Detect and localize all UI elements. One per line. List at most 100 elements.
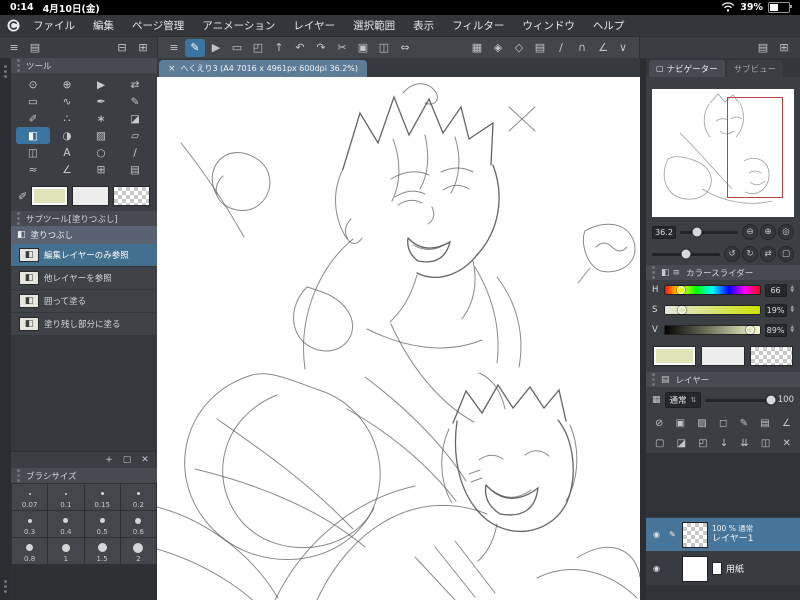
ruler-icon[interactable]: ∠ xyxy=(782,418,791,429)
reset-view-button[interactable]: ▢ xyxy=(778,246,794,262)
brush-size-cell[interactable]: 0.8 xyxy=(12,538,48,564)
lock-transparent-pixels-icon[interactable]: ▨ xyxy=(697,418,706,429)
add-subtool-icon[interactable]: + xyxy=(101,453,117,467)
hue-slider[interactable] xyxy=(664,285,761,295)
panel-grip[interactable] xyxy=(652,378,655,381)
panel-grip[interactable] xyxy=(652,271,655,274)
subtool-item[interactable]: ◧ 囲って塗る xyxy=(11,290,157,313)
draft-layer-icon[interactable]: ✎ xyxy=(740,418,748,429)
brush-size-cell[interactable]: 0.6 xyxy=(120,511,156,537)
layer-row-layer1[interactable]: ◉ ✎ 100 % 通常 レイヤー1 xyxy=(646,517,800,551)
eraser-tool[interactable]: ◪ xyxy=(118,110,152,127)
subtool-item[interactable]: ◧ 他レイヤーを参照 xyxy=(11,267,157,290)
material-icon[interactable]: ▤ xyxy=(530,39,550,57)
new-raster-layer-icon[interactable]: ▢ xyxy=(655,438,664,449)
saturation-stepper[interactable]: ▲ ▼ xyxy=(791,305,794,314)
operation-tool[interactable]: ▶ xyxy=(84,76,118,93)
collapse-command-bar-icon[interactable]: ∨ xyxy=(613,39,633,57)
zoom-in-button[interactable]: ⊕ xyxy=(760,224,776,240)
pen-mode-icon[interactable]: ✎ xyxy=(185,38,205,57)
color-slider-tab-icon[interactable]: ≡ xyxy=(673,268,681,278)
copy-icon[interactable]: ▣ xyxy=(353,39,373,57)
delete-layer-icon[interactable]: ✕ xyxy=(783,438,791,449)
delete-subtool-icon[interactable]: ✕ xyxy=(137,453,153,467)
sub-color-swatch[interactable] xyxy=(701,346,745,366)
menu-item[interactable]: ウィンドウ xyxy=(513,18,584,33)
subtool-item[interactable]: ◧ 塗り残し部分に塗る xyxy=(11,313,157,336)
hue-slider-knob[interactable] xyxy=(677,286,686,294)
collapse-left-panel-icon[interactable]: ⊟ xyxy=(112,39,132,57)
tool-area-menu-icon[interactable]: ≡ xyxy=(4,39,24,57)
transform-icon[interactable]: ⇔ xyxy=(395,39,415,57)
brush-size-cell[interactable]: 1.5 xyxy=(84,538,120,564)
main-color-swatch[interactable] xyxy=(653,346,697,366)
grid-tool[interactable]: ⊞ xyxy=(84,161,118,178)
brush-size-cell[interactable]: 0.5 xyxy=(84,511,120,537)
hue-stepper[interactable]: ▲ ▼ xyxy=(791,285,794,294)
rotate-right-button[interactable]: ↻ xyxy=(742,246,758,262)
value-slider[interactable] xyxy=(664,325,761,335)
menu-item[interactable]: ファイル xyxy=(24,18,84,33)
rotate-slider[interactable] xyxy=(652,249,720,259)
tool-area-layout-icon[interactable]: ▤ xyxy=(25,39,45,57)
text-tool[interactable]: A xyxy=(50,144,84,161)
brush-size-cell[interactable]: 0.07 xyxy=(12,484,48,510)
export-icon[interactable]: ↑ xyxy=(269,39,289,57)
copy-subtool-icon[interactable]: ▢ xyxy=(119,453,135,467)
panel-settings-icon[interactable]: ▤ xyxy=(753,39,773,57)
menu-item[interactable]: フィルター xyxy=(443,18,513,33)
navigator-preview[interactable] xyxy=(652,89,794,217)
pen-tool[interactable]: ✒ xyxy=(84,93,118,110)
brush-size-cell[interactable]: 0.4 xyxy=(48,511,84,537)
stepper-down-icon[interactable]: ▼ xyxy=(791,289,794,294)
brush-size-cell[interactable]: 1 xyxy=(48,538,84,564)
menu-item[interactable]: 表示 xyxy=(404,18,443,33)
layer-mask-icon[interactable]: ◫ xyxy=(761,438,770,449)
clip-to-layer-below-icon[interactable]: ⊘ xyxy=(655,418,663,429)
color-wheel-tab-icon[interactable]: ◧ xyxy=(661,268,670,278)
subtool-group-fill[interactable]: ◧ 塗りつぶし xyxy=(11,226,157,244)
transparent-color-swatch[interactable] xyxy=(749,346,793,366)
pencil-tool[interactable]: ✎ xyxy=(118,93,152,110)
brush-size-cell[interactable]: 0.1 xyxy=(48,484,84,510)
menu-item[interactable]: 編集 xyxy=(84,18,123,33)
brush-size-cell[interactable]: 0.15 xyxy=(84,484,120,510)
panel-grip[interactable] xyxy=(17,64,20,67)
marquee-select-icon[interactable]: ▭ xyxy=(227,39,247,57)
rotate-left-button[interactable]: ↺ xyxy=(724,246,740,262)
material-tool[interactable]: ▤ xyxy=(118,161,152,178)
blend-stepper-icon[interactable]: ⇅ xyxy=(691,396,697,404)
paste-icon[interactable]: ◫ xyxy=(374,39,394,57)
folder-icon[interactable]: ◰ xyxy=(248,39,268,57)
transfer-to-lower-layer-icon[interactable]: ↓ xyxy=(720,438,728,449)
cursor-icon[interactable]: ▶ xyxy=(206,39,226,57)
layer-visibility-icon[interactable]: ◉ xyxy=(650,564,663,573)
enable-mask-icon[interactable]: ◻ xyxy=(719,418,727,429)
menu-item[interactable]: レイヤー xyxy=(284,18,344,33)
balloon-tool[interactable]: ○ xyxy=(84,144,118,161)
panel-grip[interactable] xyxy=(17,217,20,220)
layer-visibility-icon[interactable]: ◉ xyxy=(650,530,663,539)
rotate-slider-knob[interactable] xyxy=(681,249,691,259)
new-vector-layer-icon[interactable]: ◪ xyxy=(677,438,686,449)
hamburger-menu-icon[interactable]: ≡ xyxy=(164,39,184,57)
value-stepper[interactable]: ▲ ▼ xyxy=(791,325,794,334)
blend-tool[interactable]: ◑ xyxy=(50,127,84,144)
navigator-viewport-rect[interactable] xyxy=(727,96,783,198)
ruler-tool[interactable]: ∠ xyxy=(50,161,84,178)
gradient-tool[interactable]: ▨ xyxy=(84,127,118,144)
menu-item[interactable]: ページ管理 xyxy=(123,18,193,33)
transparent-color-swatch[interactable] xyxy=(113,186,150,206)
perspective-icon[interactable]: ◇ xyxy=(509,39,529,57)
blend-mode-select[interactable]: 通常 ⇅ xyxy=(664,392,702,408)
zoom-slider-knob[interactable] xyxy=(692,227,702,237)
flip-horizontal-button[interactable]: ⇄ xyxy=(760,246,776,262)
clip-studio-logo-icon[interactable] xyxy=(7,19,20,32)
curve-line-icon[interactable]: ∩ xyxy=(572,39,592,57)
opacity-slider[interactable] xyxy=(705,395,776,405)
lasso-tool[interactable]: ∿ xyxy=(50,93,84,110)
correction-tool[interactable]: ≈ xyxy=(16,161,50,178)
fill-tool[interactable]: ◧ xyxy=(16,127,50,144)
layer-color-icon[interactable]: ▤ xyxy=(760,418,769,429)
stepper-down-icon[interactable]: ▼ xyxy=(791,309,794,314)
